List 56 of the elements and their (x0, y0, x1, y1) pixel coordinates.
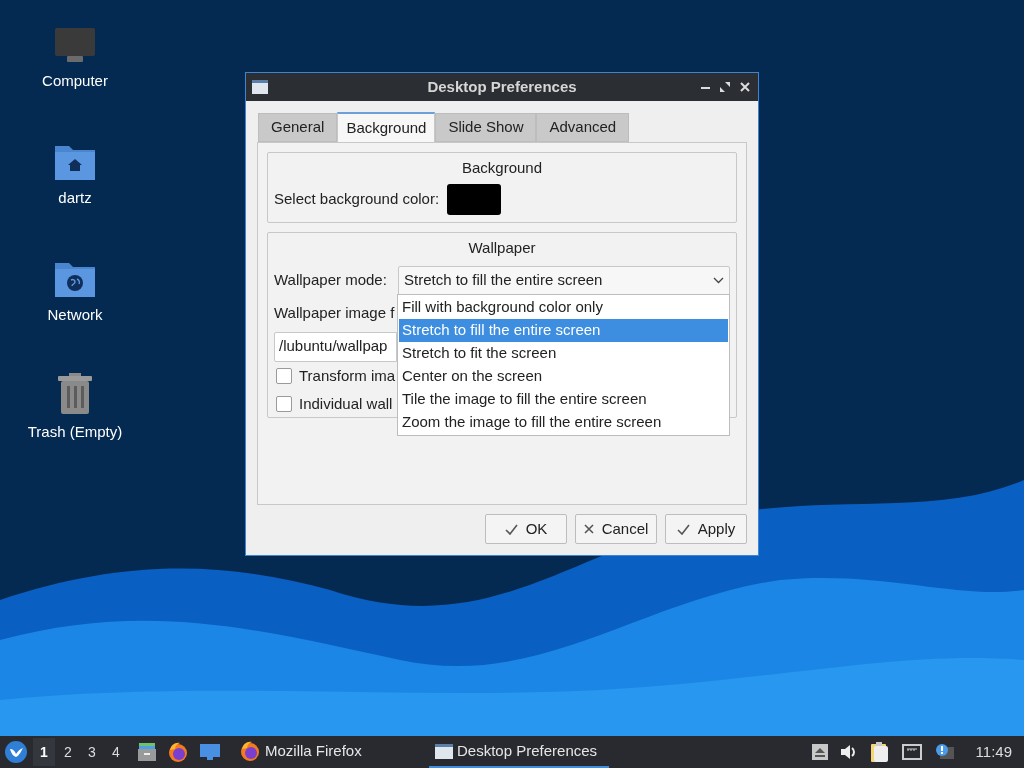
field-label: Wallpaper mode: (274, 270, 388, 291)
group-title: Wallpaper (468, 238, 536, 258)
trash-icon (57, 373, 93, 415)
field-label: Select background color: (274, 188, 440, 209)
workspace-button[interactable]: 3 (81, 738, 103, 766)
chevron-down-icon (713, 277, 724, 284)
close-icon (583, 524, 594, 534)
menu-item[interactable]: Tile the image to fill the entire screen (399, 387, 728, 411)
checkbox[interactable] (276, 396, 292, 412)
window-icon (252, 80, 268, 94)
dialog-button[interactable]: Cancel (575, 514, 657, 544)
tab[interactable]: Background (337, 112, 436, 142)
desktop-icon-label[interactable]: dartz (58, 187, 92, 210)
mode-dropdown[interactable]: Stretch to fill the entire screen (398, 265, 730, 296)
color-swatch[interactable] (447, 183, 502, 215)
fox-globe-icon[interactable] (239, 740, 261, 762)
maximize-icon[interactable] (720, 82, 730, 92)
menu-item[interactable]: Center on the screen (399, 364, 728, 388)
menu-item[interactable]: Stretch to fit the screen (399, 341, 728, 365)
desktop-icon[interactable] (199, 743, 221, 761)
workspace-button[interactable]: 1 (33, 738, 55, 766)
tab[interactable]: Advanced (536, 113, 630, 142)
check-icon (504, 523, 518, 535)
file-cabinet-icon[interactable] (137, 742, 157, 762)
menu-item[interactable]: Fill with background color only (399, 295, 728, 319)
eject-icon[interactable] (811, 744, 828, 760)
close-icon[interactable] (740, 82, 750, 92)
volume-icon[interactable] (839, 744, 858, 760)
group-title: Background (461, 158, 543, 178)
task-button[interactable]: Mozilla Firefox (233, 736, 373, 768)
network-port-icon[interactable] (901, 743, 922, 761)
dialog-button[interactable]: OK (485, 514, 567, 544)
checkbox-label: Individual wall (299, 393, 393, 414)
desktop-icon-label[interactable]: Network (47, 304, 103, 327)
path-field[interactable]: /lubuntu/wallpap (274, 331, 397, 362)
checkbox[interactable] (276, 368, 292, 384)
workspace-button[interactable]: 2 (57, 738, 79, 766)
notification-icon[interactable] (933, 743, 954, 761)
menu-item[interactable]: Zoom the image to fill the entire screen (399, 410, 728, 434)
desktop-icon-label[interactable]: Computer (42, 70, 108, 93)
clock[interactable]: 11:49 (975, 740, 1012, 764)
window-icon (435, 743, 453, 759)
tab[interactable]: General (258, 113, 338, 142)
check-icon (676, 523, 690, 535)
checkbox-label: Transform ima (299, 365, 396, 386)
fox-globe-icon[interactable] (167, 741, 189, 763)
field-label: Wallpaper image f (274, 302, 395, 323)
tab[interactable]: Slide Show (435, 113, 537, 142)
monitor-icon (54, 28, 96, 64)
window-title: Desktop Preferences (427, 76, 577, 97)
workspace-button[interactable]: 4 (105, 738, 127, 766)
task-button[interactable]: Desktop Preferences (429, 736, 609, 768)
clipboard-icon[interactable] (869, 741, 890, 763)
dialog-button[interactable]: Apply (665, 514, 747, 544)
home-folder-icon (54, 143, 96, 181)
desktop-icon-label[interactable]: Trash (Empty) (27, 421, 123, 444)
